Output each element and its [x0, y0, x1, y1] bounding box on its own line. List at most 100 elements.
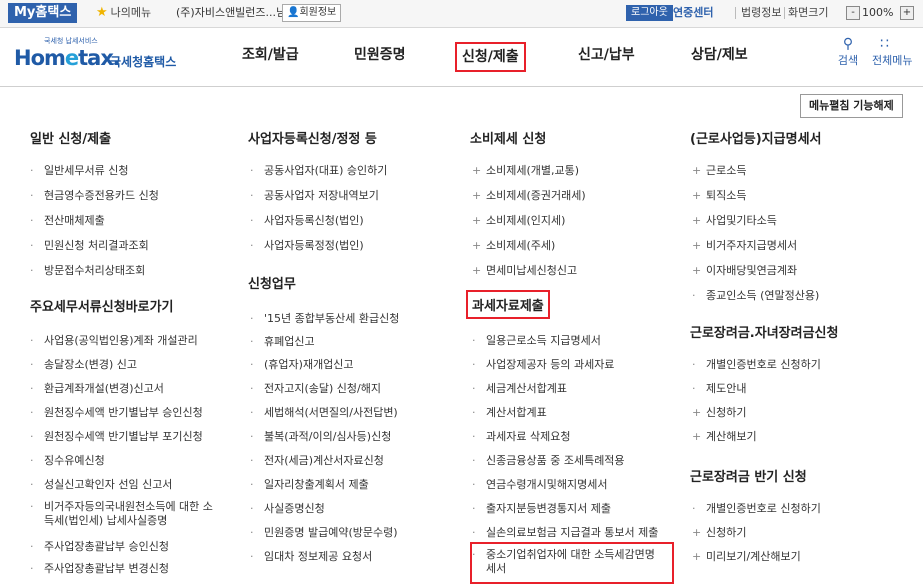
- menu-item[interactable]: · 사업용(공익법인용)계좌 개설관리: [30, 334, 198, 348]
- menu-item-sme-tax-reduction[interactable]: · 중소기업취업자에 대한 소득세감면명: [472, 548, 655, 562]
- zoom-out-button[interactable]: -: [846, 6, 860, 20]
- menu-item[interactable]: · 전산매체제출: [30, 214, 105, 228]
- menu-item[interactable]: · 출자지분등변경통지서 제출: [472, 502, 611, 516]
- menu-item[interactable]: · 과세자료 삭제요청: [472, 430, 570, 444]
- menu-item[interactable]: · 개별인증번호로 신청하기: [692, 358, 821, 372]
- menu-item-continued[interactable]: 세서: [486, 562, 506, 576]
- menu-item[interactable]: + 미리보기/계산해보기: [692, 550, 801, 564]
- logo-wordmark: Hometax.: [14, 46, 121, 70]
- my-menu-link[interactable]: ★ 나의메뉴: [96, 5, 151, 21]
- menu-item[interactable]: · 세법해석(서면질의/사전답변): [250, 406, 398, 420]
- menu-item[interactable]: · 제도안내: [692, 382, 746, 396]
- menu-item[interactable]: · 전자(세금)계산서자료신청: [250, 454, 384, 468]
- nav-consult-report[interactable]: 상담/제보: [691, 44, 748, 66]
- menu-item[interactable]: · 사업장제공자 등의 과세자료: [472, 358, 614, 372]
- main-header: 국세청 납세서비스 Hometax. 국세청홈택스 조회/발급 민원증명 신청/…: [0, 28, 923, 87]
- divider: [784, 7, 785, 19]
- menu-item[interactable]: + 소비제세(증권거래세): [472, 189, 586, 203]
- menu-item[interactable]: + 이자배당및연금계좌: [692, 264, 797, 278]
- search-button[interactable]: ⚲ 검색: [833, 36, 863, 68]
- my-menu-label: 나의메뉴: [110, 6, 152, 19]
- menu-item[interactable]: · 민원증명 발급예약(방문수령): [250, 526, 398, 540]
- menu-item[interactable]: · 종교인소득 (연말정산용): [692, 289, 819, 303]
- menu-item[interactable]: · 개별인증번호로 신청하기: [692, 502, 821, 516]
- menu-item[interactable]: · 주사업장총괄납부 승인신청: [30, 540, 169, 554]
- star-icon: ★: [96, 5, 108, 20]
- menu-item[interactable]: + 소비제세(주세): [472, 239, 555, 253]
- hometax-logo[interactable]: 국세청 납세서비스 Hometax. 국세청홈택스: [14, 36, 184, 80]
- menu-item[interactable]: + 근로소득: [692, 164, 746, 178]
- menu-item[interactable]: · 실손의료보험금 지급결과 통보서 제출: [472, 526, 658, 540]
- nav-civil-certificate[interactable]: 민원증명: [354, 44, 406, 66]
- logo-subtitle: 국세청 납세서비스: [44, 37, 98, 45]
- section-title-half-year-credit: 근로장려금 반기 신청: [690, 470, 807, 485]
- menu-item[interactable]: · 일반세무서류 신청: [30, 164, 128, 178]
- all-menu-label: 전체메뉴: [872, 54, 913, 67]
- menu-item[interactable]: + 퇴직소득: [692, 189, 746, 203]
- menu-item[interactable]: + 비거주자지급명세서: [692, 239, 797, 253]
- section-title-payment-statement: (근로사업등)지급명세서: [690, 132, 822, 147]
- menu-item[interactable]: · 일용근로소득 지급명세서: [472, 334, 601, 348]
- menu-item[interactable]: · 공동사업자 저장내역보기: [250, 189, 379, 203]
- menu-item[interactable]: · 비거주자등의국내원천소득에 대한 소: [30, 500, 213, 514]
- search-label: 검색: [837, 54, 859, 67]
- menu-item[interactable]: · 휴폐업신고: [250, 335, 315, 349]
- user-name: (주)자비스앤빌런즈...님: [176, 6, 287, 19]
- menu-item[interactable]: · 임대차 정보제공 요청서: [250, 550, 372, 564]
- menu-item[interactable]: · 연금수령개시및해지명세서: [472, 478, 607, 492]
- grid-icon: ∷: [880, 36, 889, 52]
- menu-item[interactable]: · 환급계좌개설(변경)신고서: [30, 382, 164, 396]
- top-utility-bar: My홈택스 ★ 나의메뉴 (주)자비스앤빌런즈...님 👤회원정보 로그아웃 연중…: [0, 0, 923, 28]
- nav-report-pay[interactable]: 신고/납부: [578, 44, 635, 66]
- cert-center-link[interactable]: 연중센터: [673, 5, 713, 21]
- menu-item[interactable]: + 계산해보기: [692, 430, 757, 444]
- logo-korean-name: 국세청홈택스: [110, 55, 177, 69]
- menu-item[interactable]: + 면세미납세신청신고: [472, 264, 577, 278]
- section-title-shortcuts: 주요세무서류신청바로가기: [30, 300, 174, 315]
- section-title-earned-income-credit: 근로장려금.자녀장려금신청: [690, 326, 839, 341]
- menu-item[interactable]: + 신청하기: [692, 406, 746, 420]
- menu-item[interactable]: · 성실신고확인자 선임 신고서: [30, 478, 172, 492]
- section-title-consumption-tax: 소비제세 신청: [470, 132, 547, 147]
- menu-item[interactable]: · 송달장소(변경) 신고: [30, 358, 137, 372]
- menu-item[interactable]: · 불복(과적/이의/심사등)신청: [250, 430, 391, 444]
- menu-item[interactable]: · 세금계산서합계표: [472, 382, 567, 396]
- search-icon: ⚲: [842, 36, 854, 52]
- section-title-general: 일반 신청/제출: [30, 132, 112, 147]
- menu-item[interactable]: · 주사업장총괄납부 변경신청: [30, 562, 169, 576]
- logout-button[interactable]: 로그아웃: [626, 5, 673, 21]
- menu-item[interactable]: · 민원신청 처리결과조회: [30, 239, 149, 253]
- section-title-tax-data-submit[interactable]: 과세자료제출: [466, 290, 550, 319]
- menu-item[interactable]: + 사업및기타소득: [692, 214, 777, 228]
- menu-item[interactable]: · 사업자등록정정(법인): [250, 239, 364, 253]
- all-menu-button[interactable]: ∷ 전체메뉴: [872, 36, 923, 68]
- nav-lookup-issue[interactable]: 조회/발급: [242, 44, 299, 66]
- menu-item[interactable]: + 소비제세(개별,교통): [472, 164, 579, 178]
- menu-item[interactable]: · 사실증명신청: [250, 502, 325, 516]
- menu-item[interactable]: · 징수유예신청: [30, 454, 105, 468]
- menu-item[interactable]: · 원천징수세액 반기별납부 승인신청: [30, 406, 203, 420]
- zoom-in-button[interactable]: +: [900, 6, 914, 20]
- menu-item[interactable]: · 신종금융상품 중 조세특례적용: [472, 454, 625, 468]
- nav-apply-submit[interactable]: 신청/제출: [455, 42, 526, 72]
- menu-item[interactable]: · 사업자등록신청(법인): [250, 214, 364, 228]
- person-icon: 👤: [287, 7, 300, 18]
- section-title-biz-registration: 사업자등록신청/정정 등: [248, 132, 377, 147]
- menu-item[interactable]: · 현금영수증전용카드 신청: [30, 189, 159, 203]
- member-info-label: 회원정보: [299, 7, 337, 18]
- menu-item[interactable]: · 계산서합계표: [472, 406, 547, 420]
- law-info-link[interactable]: 법령정보: [741, 5, 781, 21]
- menu-item[interactable]: + 소비제세(인지세): [472, 214, 565, 228]
- my-hometax-button[interactable]: My홈택스: [8, 3, 78, 23]
- member-info-button[interactable]: 👤회원정보: [282, 4, 342, 22]
- menu-item[interactable]: · '15년 종합부동산세 환급신청: [250, 312, 399, 326]
- menu-item[interactable]: · 원천징수세액 반기별납부 포기신청: [30, 430, 203, 444]
- menu-item[interactable]: · 일자리창출계획서 제출: [250, 478, 369, 492]
- menu-item-continued[interactable]: 득세(법인세) 납세사실증명: [44, 514, 167, 528]
- menu-fold-button[interactable]: 메뉴펼침 기능해제: [800, 94, 903, 118]
- menu-item[interactable]: · 방문접수처리상태조회: [30, 264, 145, 278]
- menu-item[interactable]: · (휴업자)재개업신고: [250, 358, 354, 372]
- menu-item[interactable]: + 신청하기: [692, 526, 746, 540]
- menu-item[interactable]: · 전자고지(송달) 신청/해지: [250, 382, 381, 396]
- menu-item[interactable]: · 공동사업자(대표) 승인하기: [250, 164, 387, 178]
